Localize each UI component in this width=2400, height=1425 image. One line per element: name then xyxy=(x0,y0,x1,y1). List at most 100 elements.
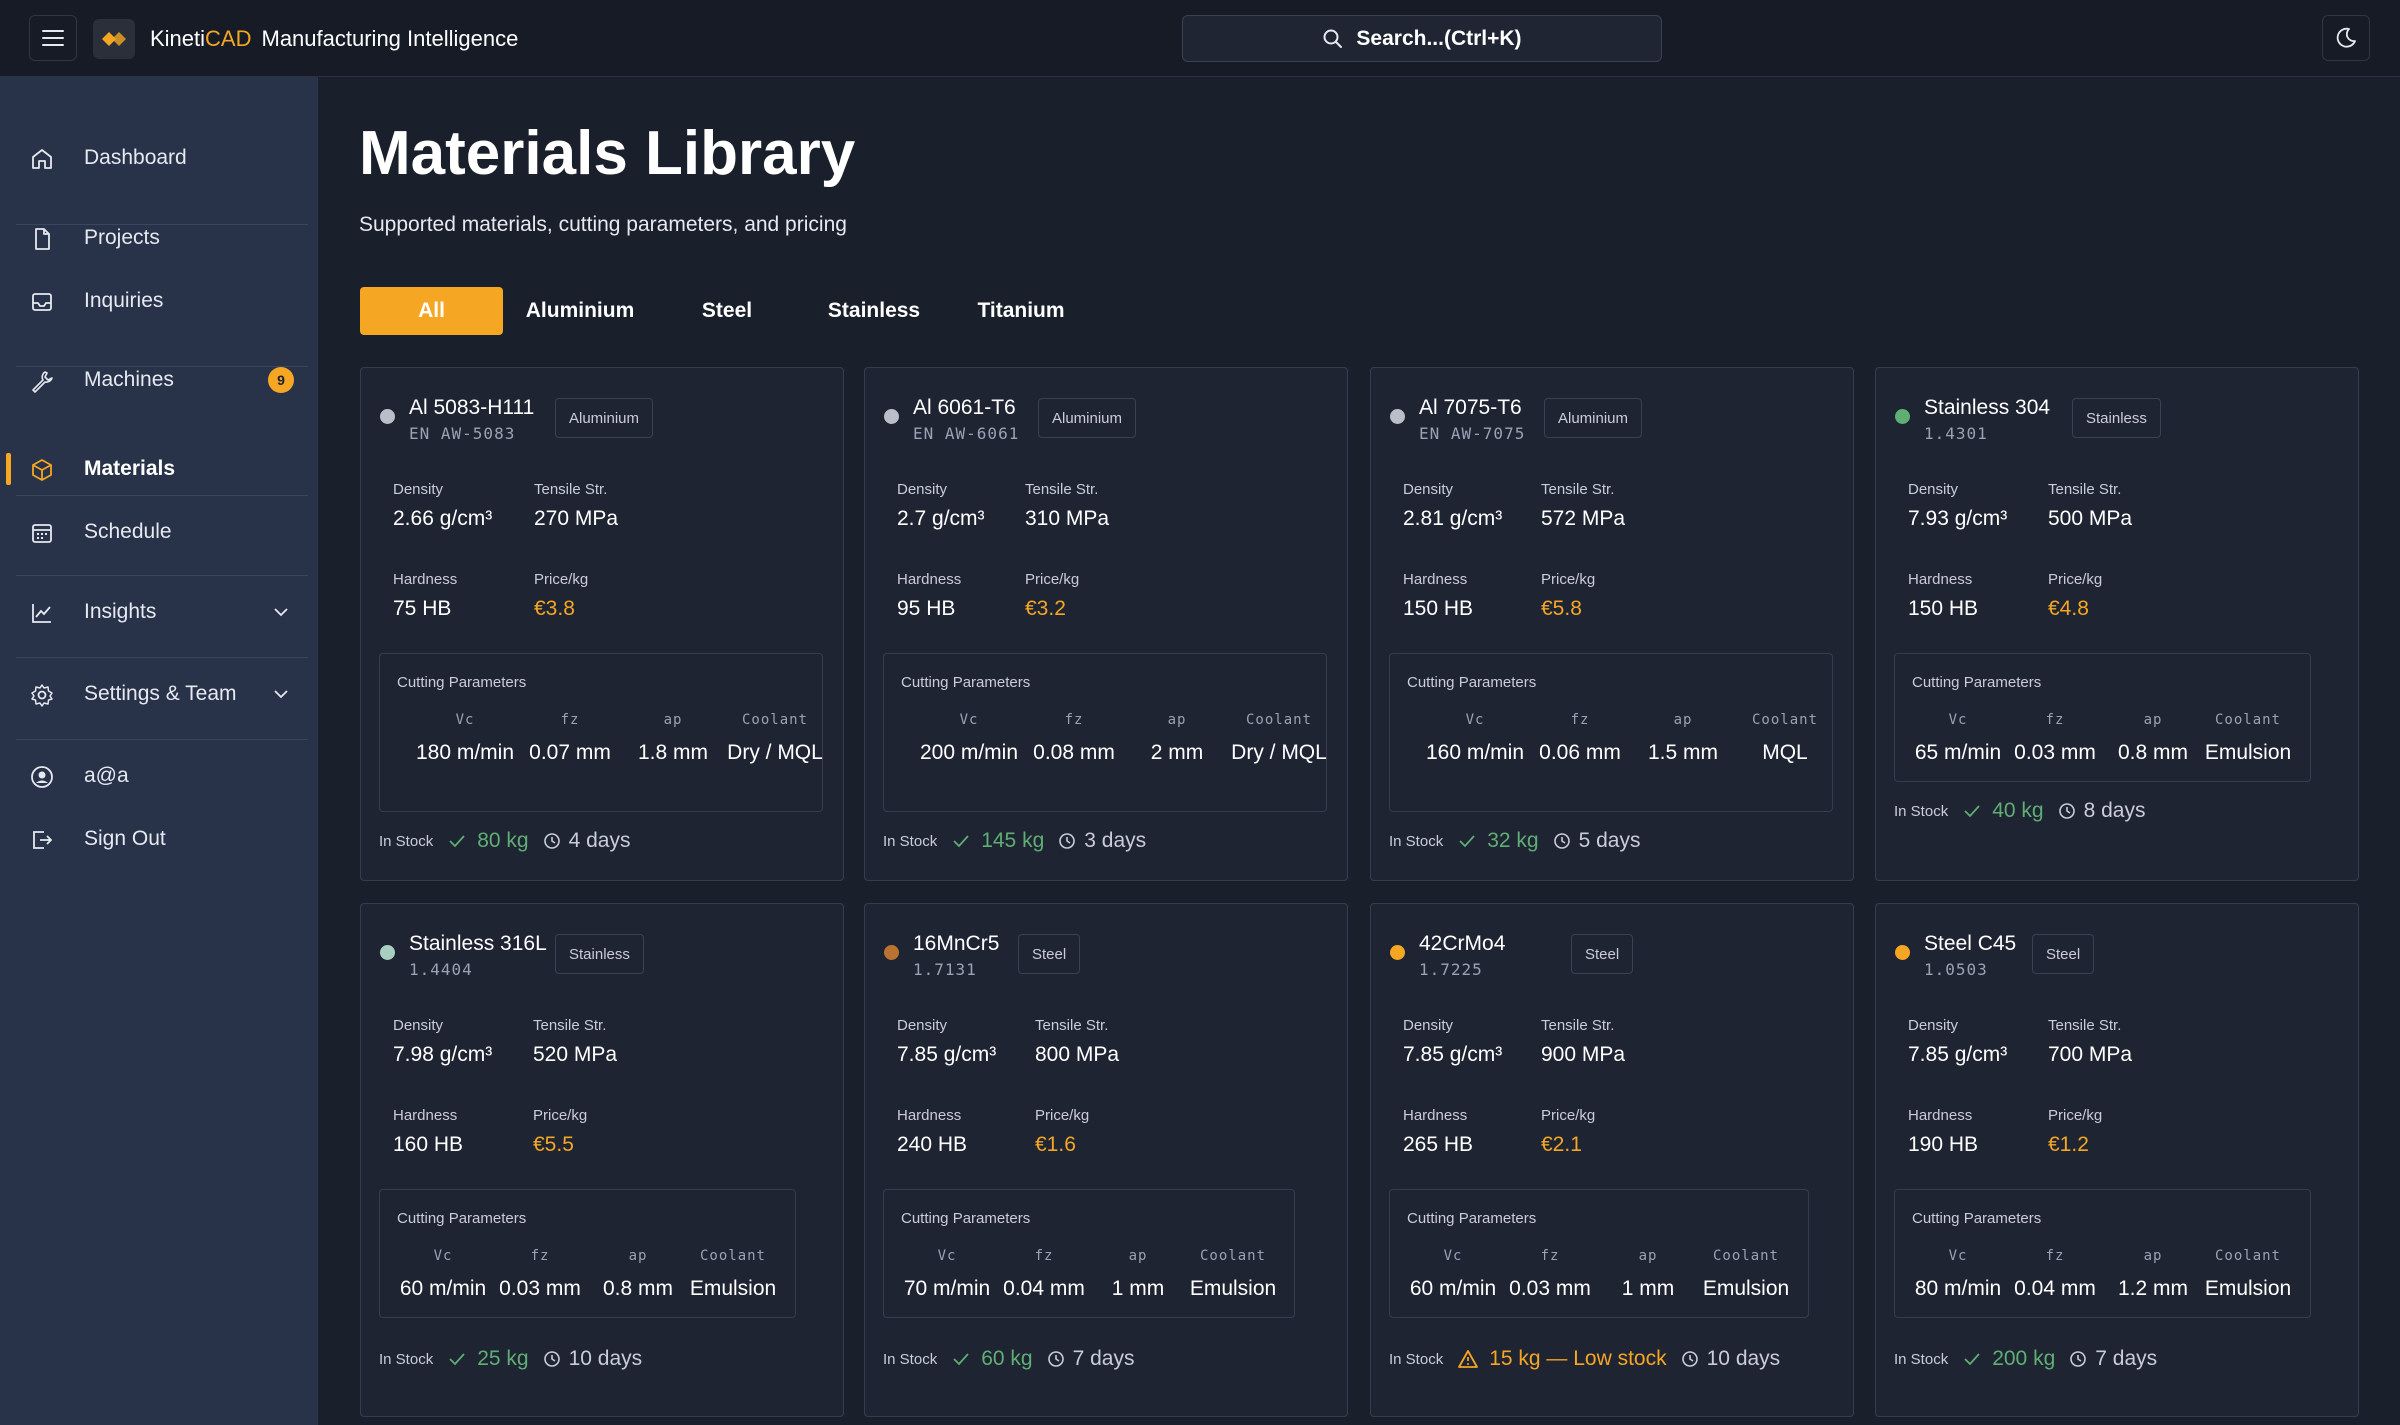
cut-param-label: Vc xyxy=(1948,1248,1968,1264)
tab-titanium[interactable]: Titanium xyxy=(954,287,1088,335)
sidebar-item-label: Insights xyxy=(84,600,157,623)
cutting-parameters-title: Cutting Parameters xyxy=(397,674,527,691)
sidebar-item-label: Sign Out xyxy=(84,827,166,850)
tab-steel[interactable]: Steel xyxy=(660,287,794,335)
cut-param-value: Emulsion xyxy=(2204,1277,2292,1300)
material-code: 1.7225 xyxy=(1419,960,1483,979)
price-label: Price/kg xyxy=(1025,571,1080,588)
sidebar-item-projects[interactable]: Projects xyxy=(16,211,308,265)
density-label: Density xyxy=(1403,1017,1454,1034)
theme-toggle-button[interactable] xyxy=(2322,15,2370,61)
material-card[interactable]: Al 7075-T6 EN AW-7075 Aluminium Density … xyxy=(1370,367,1854,881)
price-value: €5.8 xyxy=(1541,597,1582,620)
cut-param-ap: ap 1 mm xyxy=(1608,1248,1688,1303)
cutting-parameters-panel: Cutting Parameters Vc 65 m/min fz 0.03 m… xyxy=(1894,653,2311,782)
stock-status: In Stock 80 kg 4 days xyxy=(379,829,630,853)
tensile-value: 500 MPa xyxy=(2048,507,2133,530)
cut-param-fz: fz 0.07 mm xyxy=(520,712,620,767)
material-card[interactable]: Al 6061-T6 EN AW-6061 Aluminium Density … xyxy=(864,367,1348,881)
cut-param-label: Coolant xyxy=(741,712,808,728)
cut-param-vc: Vc 65 m/min xyxy=(1903,712,2013,767)
material-card[interactable]: Stainless 316L 1.4404 Stainless Density … xyxy=(360,903,844,1417)
price-value: €3.8 xyxy=(534,597,575,620)
machines-count-badge: 9 xyxy=(268,367,294,393)
cut-param-value: 0.06 mm xyxy=(1539,741,1621,764)
stock-label: In Stock xyxy=(883,832,938,850)
cut-param-value: 160 m/min xyxy=(1425,741,1525,764)
page-subtitle: Supported materials, cutting parameters,… xyxy=(359,213,847,236)
stock-quantity: 40 kg xyxy=(1992,799,2044,822)
menu-button[interactable] xyxy=(29,15,77,61)
search-placeholder: Search...(Ctrl+K) xyxy=(1356,26,1522,50)
material-card[interactable]: 42CrMo4 1.7225 Steel Density 7.85 g/cm³ … xyxy=(1370,903,1854,1417)
user-circle-icon xyxy=(31,766,53,788)
search-bar[interactable]: Search...(Ctrl+K) xyxy=(1182,15,1662,62)
material-color-dot xyxy=(884,945,899,960)
cut-param-label: fz xyxy=(2045,712,2065,728)
active-indicator xyxy=(6,453,11,485)
clock-icon xyxy=(1059,833,1076,849)
cut-param-label: Coolant xyxy=(1199,1248,1266,1264)
cut-param-coolant: Coolant MQL xyxy=(1730,712,1840,767)
cut-param-value: 0.03 mm xyxy=(499,1277,581,1300)
sidebar-item-schedule[interactable]: Schedule xyxy=(16,505,308,559)
cut-param-coolant: Coolant Emulsion xyxy=(1691,1248,1801,1303)
material-card[interactable]: Steel C45 1.0503 Steel Density 7.85 g/cm… xyxy=(1875,903,2359,1417)
brand-logo[interactable] xyxy=(93,19,135,59)
cut-param-coolant: Coolant Emulsion xyxy=(1178,1248,1288,1303)
price-value: €3.2 xyxy=(1025,597,1066,620)
sidebar-item-settings-team[interactable]: Settings & Team xyxy=(16,667,308,721)
price-label: Price/kg xyxy=(1541,1107,1596,1124)
cutting-parameters-title: Cutting Parameters xyxy=(1407,674,1537,691)
cut-param-vc: Vc 80 m/min xyxy=(1903,1248,2013,1303)
chevron-down-icon[interactable] xyxy=(270,601,292,623)
material-color-dot xyxy=(380,945,395,960)
sidebar-item-insights[interactable]: Insights xyxy=(16,585,308,639)
sidebar-item-account[interactable]: a@a xyxy=(16,749,308,803)
cut-param-label: ap xyxy=(663,712,683,728)
density-value: 7.85 g/cm³ xyxy=(897,1043,997,1066)
cut-param-value: 1 mm xyxy=(1111,1277,1165,1300)
hardness-value: 95 HB xyxy=(897,597,956,620)
material-card[interactable]: 16MnCr5 1.7131 Steel Density 7.85 g/cm³ … xyxy=(864,903,1348,1417)
sidebar-item-dashboard[interactable]: Dashboard xyxy=(16,131,308,185)
cut-param-value: 65 m/min xyxy=(1914,741,2002,764)
material-code: EN AW-7075 xyxy=(1419,424,1526,443)
hardness-label: Hardness xyxy=(393,571,458,588)
cut-param-value: 1.5 mm xyxy=(1647,741,1718,764)
cutting-parameters-title: Cutting Parameters xyxy=(397,1210,527,1227)
lead-time: 10 days xyxy=(1706,1347,1781,1370)
cut-param-coolant: Coolant Emulsion xyxy=(2193,712,2303,767)
material-card[interactable]: Stainless 304 1.4301 Stainless Density 7… xyxy=(1875,367,2359,881)
cut-param-ap: ap 0.8 mm xyxy=(598,1248,678,1303)
cut-param-value: 0.04 mm xyxy=(2014,1277,2096,1300)
clock-icon xyxy=(543,833,560,849)
tab-stainless[interactable]: Stainless xyxy=(804,287,944,335)
cut-param-coolant: Coolant Dry / MQL xyxy=(1224,712,1334,767)
tab-all[interactable]: All xyxy=(360,287,503,335)
cut-param-value: 0.8 mm xyxy=(2117,741,2188,764)
cut-param-label: Coolant xyxy=(1245,712,1312,728)
file-icon xyxy=(35,228,50,250)
brand-prefix: Kineti xyxy=(150,26,206,51)
sidebar-item-label: Machines xyxy=(84,368,174,391)
chevron-down-icon[interactable] xyxy=(270,683,292,705)
sidebar-item-inquiries[interactable]: Inquiries xyxy=(16,274,308,328)
density-value: 7.85 g/cm³ xyxy=(1403,1043,1503,1066)
material-category-badge: Steel xyxy=(1571,934,1634,974)
material-category-badge: Stainless xyxy=(2072,398,2161,438)
sidebar-divider xyxy=(16,575,308,576)
cut-param-ap: ap 1.5 mm xyxy=(1643,712,1723,767)
check-icon xyxy=(449,1353,465,1366)
lead-time: 7 days xyxy=(1072,1347,1135,1370)
material-name: 16MnCr5 xyxy=(913,932,1000,955)
tab-aluminium[interactable]: Aluminium xyxy=(510,287,650,335)
material-card[interactable]: Al 5083-H111 EN AW-5083 Aluminium Densit… xyxy=(360,367,844,881)
sidebar-item-machines[interactable]: Machines 9 xyxy=(16,353,308,407)
sidebar-item-materials[interactable]: Materials xyxy=(16,442,308,496)
tensile-value: 310 MPa xyxy=(1025,507,1110,530)
page-title: Materials Library xyxy=(359,119,856,188)
clock-icon xyxy=(1681,1351,1698,1367)
sidebar-item-sign-out[interactable]: Sign Out xyxy=(16,812,308,866)
cutting-parameters-panel: Cutting Parameters Vc 180 m/min fz 0.07 … xyxy=(379,653,823,812)
